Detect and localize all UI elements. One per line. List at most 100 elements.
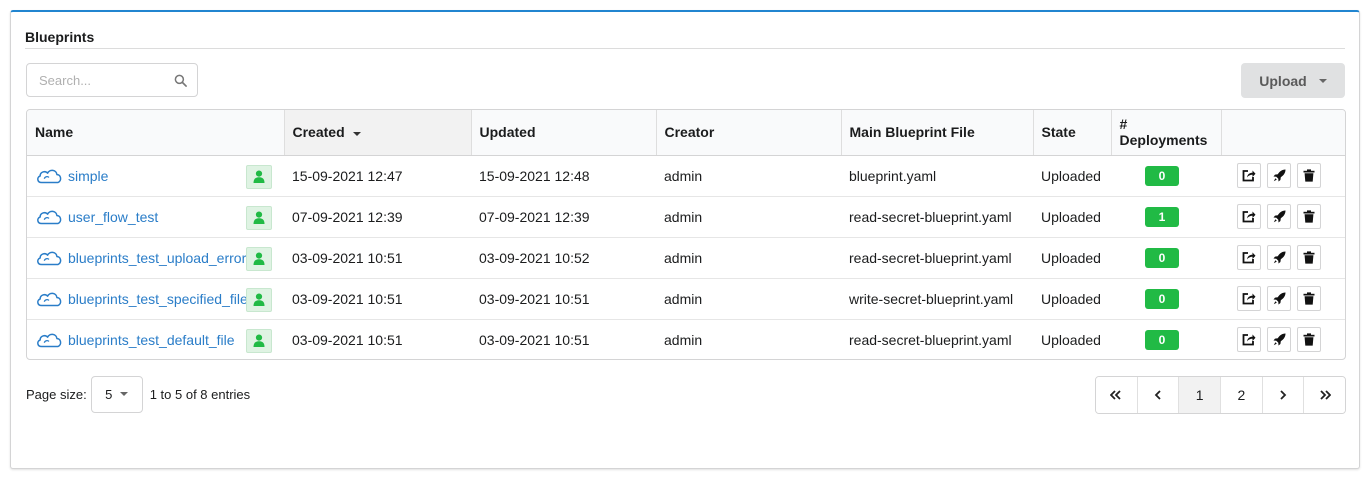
visibility-button[interactable]	[246, 287, 272, 312]
entries-count: 1 to 5 of 8 entries	[149, 386, 251, 402]
page-button-1[interactable]: 1	[1178, 377, 1221, 413]
delete-button[interactable]	[1297, 245, 1321, 270]
deployments-cell: 0	[1111, 277, 1221, 319]
sort-desc-icon	[352, 131, 361, 136]
page-button-2[interactable]: 2	[1220, 377, 1262, 413]
trash-icon	[1303, 251, 1315, 264]
page-size-value: 5	[105, 386, 113, 402]
main-blueprint-file-cell: read-secret-blueprint.yaml	[841, 236, 1033, 278]
visibility-button[interactable]	[246, 328, 272, 353]
share-icon	[1242, 334, 1256, 346]
deployments-count-badge: 0	[1145, 288, 1179, 309]
state-cell: Uploaded	[1033, 318, 1111, 359]
column-header-deployments[interactable]: # Deployments	[1110, 110, 1221, 156]
name-cell: blueprints_test_default_file	[27, 318, 284, 359]
actions-cell	[1221, 195, 1345, 237]
install-button[interactable]	[1267, 163, 1291, 188]
creator-cell: admin	[656, 277, 841, 319]
blueprint-name-link[interactable]: blueprints_test_specified_file	[68, 291, 248, 307]
delete-button[interactable]	[1297, 327, 1321, 353]
deploy-button[interactable]	[1237, 286, 1261, 311]
column-header-state[interactable]: State	[1032, 110, 1111, 156]
next-page-button[interactable]	[1261, 377, 1304, 413]
table-row[interactable]: user_flow_test 07-09-2021 12:39 07-09-20…	[27, 195, 1345, 237]
chevron-right-icon	[1280, 390, 1287, 400]
deploy-button[interactable]	[1237, 204, 1261, 229]
share-icon	[1242, 293, 1256, 305]
table-row[interactable]: blueprints_test_upload_error 03-09-2021 …	[27, 236, 1345, 278]
deployments-count-badge: 0	[1145, 329, 1179, 350]
creator-cell: admin	[664, 167, 703, 184]
table-row[interactable]: blueprints_test_default_file 03-09-2021 …	[27, 318, 1345, 359]
table-header-row: Name Created Updated Creator Main Bluepr…	[27, 110, 1345, 156]
blueprints-panel: Blueprints Upload Name Created Updated	[10, 10, 1360, 469]
delete-button[interactable]	[1297, 286, 1321, 311]
pagination: 1 2	[1095, 376, 1346, 414]
cloud-icon	[37, 292, 62, 306]
page-size-dropdown[interactable]: 5	[90, 375, 143, 413]
blueprint-name-link[interactable]: user_flow_test	[68, 209, 158, 225]
install-button[interactable]	[1267, 245, 1291, 270]
column-header-name[interactable]: Name	[27, 110, 284, 156]
delete-button[interactable]	[1297, 163, 1321, 188]
user-icon	[253, 293, 265, 306]
delete-button[interactable]	[1297, 204, 1321, 229]
deployments-cell: 0	[1111, 236, 1221, 278]
column-header-updated[interactable]: Updated	[470, 110, 656, 156]
previous-page-button[interactable]	[1136, 377, 1179, 413]
search-input[interactable]	[27, 64, 197, 96]
creator-cell: admin	[656, 236, 841, 278]
install-button[interactable]	[1267, 286, 1291, 311]
visibility-button[interactable]	[246, 205, 272, 230]
first-page-button[interactable]	[1096, 377, 1137, 413]
panel-title: Blueprints	[25, 29, 95, 45]
search-icon	[174, 74, 187, 87]
actions-cell	[1221, 318, 1345, 359]
user-icon	[253, 334, 265, 347]
blueprint-name-link[interactable]: blueprints_test_default_file	[68, 332, 235, 348]
name-cell: simple	[27, 155, 284, 196]
cloud-icon	[37, 169, 62, 183]
main-blueprint-file-cell: read-secret-blueprint.yaml	[841, 318, 1033, 359]
rocket-icon	[1273, 292, 1285, 305]
table-row[interactable]: blueprints_test_specified_file 03-09-202…	[27, 277, 1345, 319]
deployments-cell: 1	[1111, 195, 1221, 237]
created-cell: 07-09-2021 12:39	[284, 195, 471, 237]
main-blueprint-file-cell: write-secret-blueprint.yaml	[841, 277, 1033, 319]
table-row[interactable]: simple 15-09-2021 12:47 15-09-2021 12:48…	[27, 155, 1345, 196]
blueprints-table: Name Created Updated Creator Main Bluepr…	[26, 109, 1346, 360]
share-icon	[1242, 170, 1256, 182]
blueprint-name-link[interactable]: simple	[68, 168, 108, 184]
blueprint-name-link[interactable]: blueprints_test_upload_error	[68, 250, 246, 266]
visibility-button[interactable]	[246, 164, 272, 189]
column-header-main-blueprint-file[interactable]: Main Blueprint File	[840, 110, 1033, 156]
upload-button[interactable]: Upload	[1241, 63, 1345, 98]
chevron-left-icon	[1154, 390, 1161, 400]
state-cell: Uploaded	[1033, 236, 1111, 278]
deploy-button[interactable]	[1237, 163, 1261, 188]
deploy-button[interactable]	[1237, 327, 1261, 353]
created-cell: 03-09-2021 10:51	[284, 318, 471, 359]
user-icon	[253, 211, 265, 224]
install-button[interactable]	[1267, 204, 1291, 229]
state-cell: Uploaded	[1033, 195, 1111, 237]
deploy-button[interactable]	[1237, 245, 1261, 270]
deployments-count-badge: 0	[1145, 165, 1179, 186]
column-header-creator[interactable]: Creator	[655, 110, 841, 156]
column-header-actions	[1220, 110, 1345, 156]
last-page-button[interactable]	[1303, 377, 1345, 413]
cloud-icon	[37, 251, 62, 265]
deployments-cell: 0	[1111, 318, 1221, 359]
column-header-created[interactable]: Created	[283, 110, 471, 156]
name-cell: blueprints_test_upload_error	[27, 236, 284, 278]
actions-cell	[1221, 155, 1345, 196]
updated-cell: 03-09-2021 10:51	[471, 318, 656, 359]
main-blueprint-file-cell: read-secret-blueprint.yaml	[841, 195, 1033, 237]
actions-cell	[1221, 277, 1345, 319]
updated-cell: 03-09-2021 10:52	[471, 236, 656, 278]
main-blueprint-file-cell: blueprint.yaml	[849, 167, 937, 184]
install-button[interactable]	[1267, 327, 1291, 353]
rocket-icon	[1273, 169, 1285, 182]
updated-cell: 15-09-2021 12:48	[479, 167, 590, 184]
visibility-button[interactable]	[246, 246, 272, 271]
